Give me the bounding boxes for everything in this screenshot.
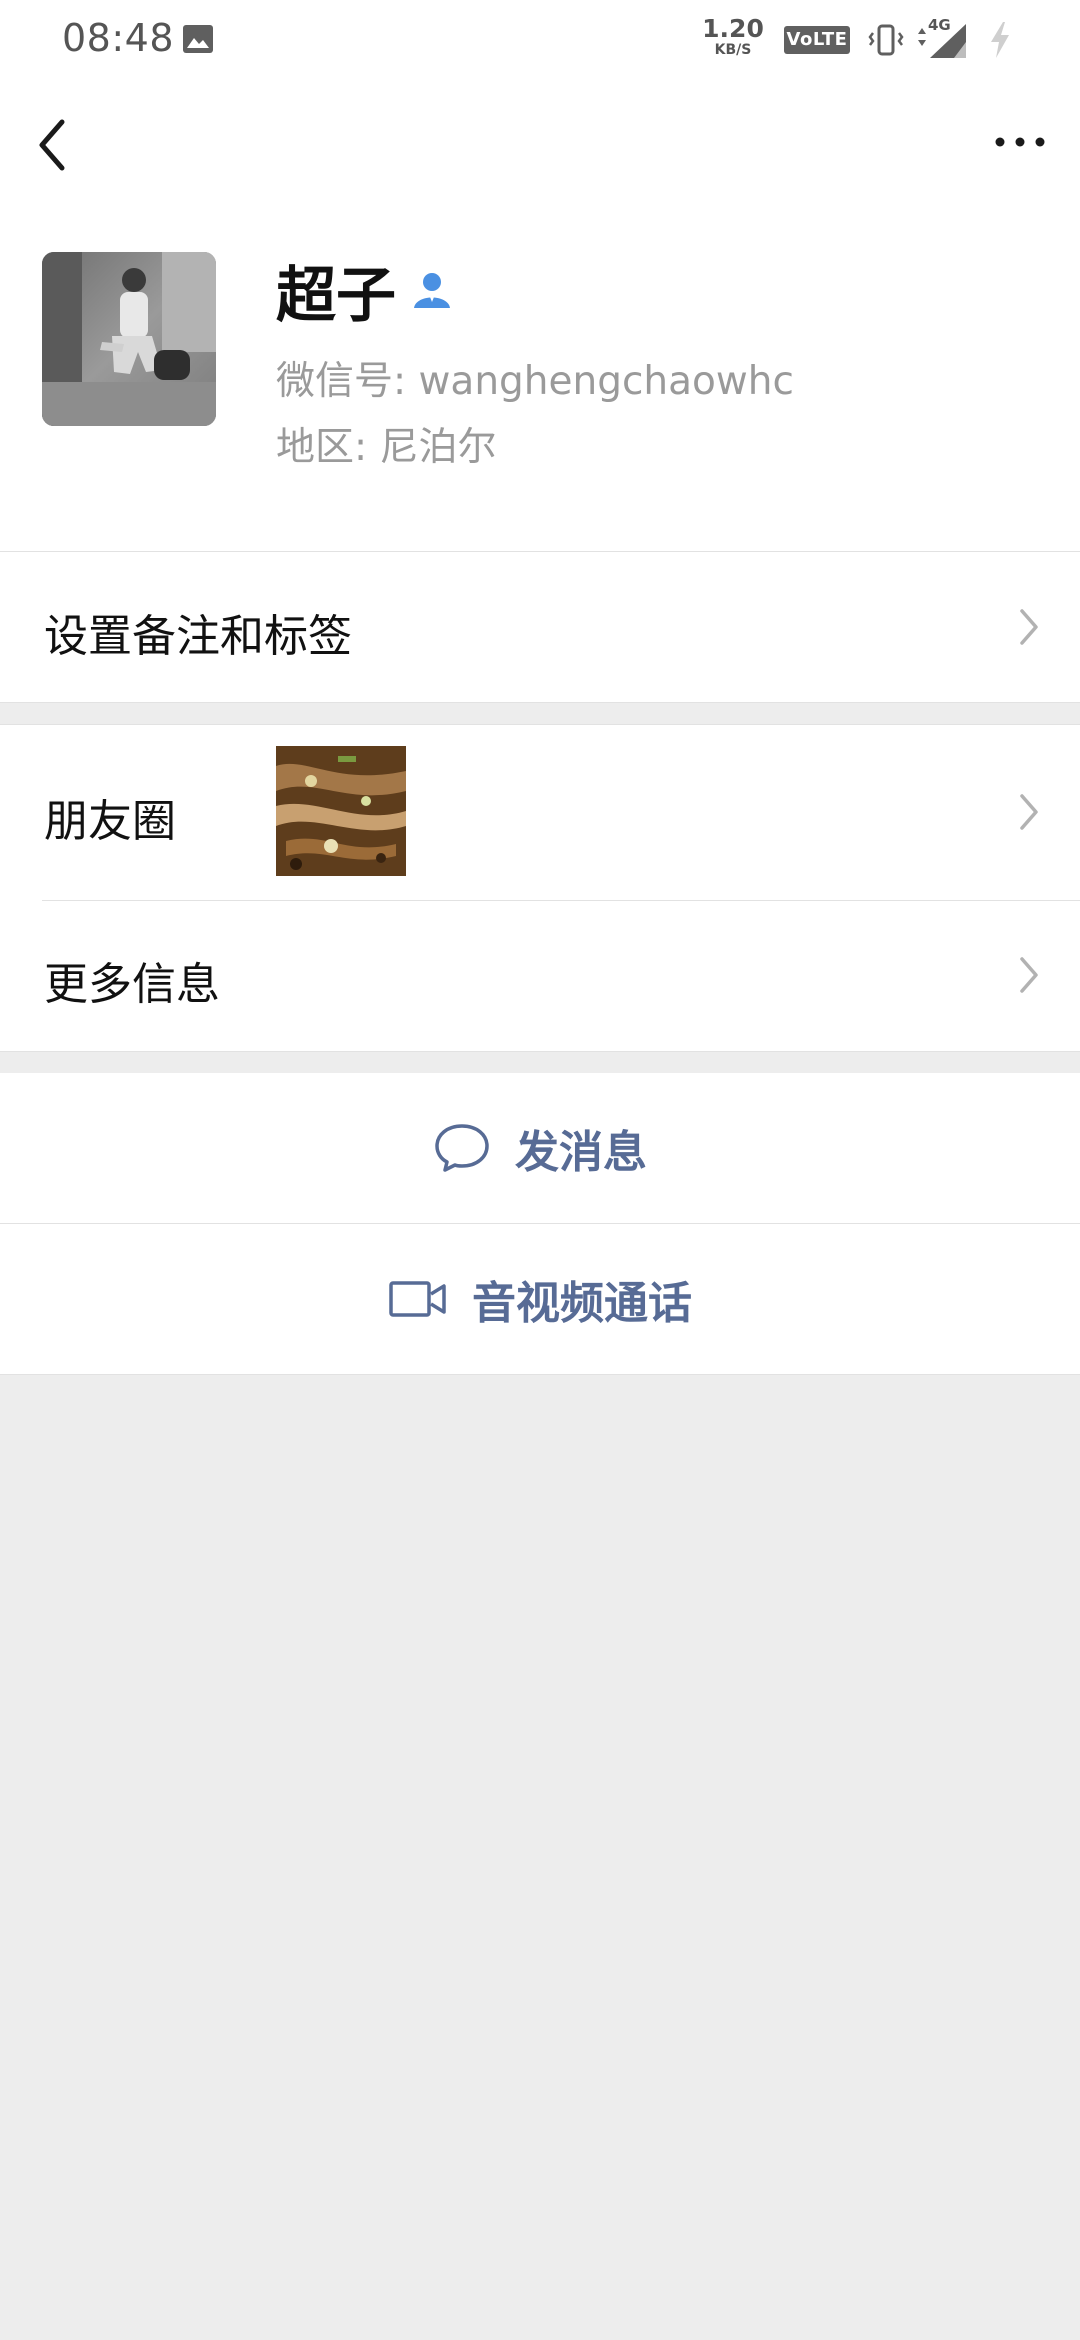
volte-badge: VoLTE bbox=[784, 26, 850, 54]
name-row: 超子 bbox=[276, 250, 454, 331]
status-bar: 08:48 1.20 KB/S VoLTE 4G bbox=[0, 0, 1080, 78]
moments-thumbnail bbox=[276, 746, 406, 876]
remark-tags-row[interactable]: 设置备注和标签 bbox=[0, 552, 1080, 702]
wechat-id: 微信号: wanghengchaowhc bbox=[276, 359, 794, 404]
ellipsis-icon[interactable] bbox=[990, 122, 1050, 162]
chevron-right-icon bbox=[1020, 609, 1038, 645]
more-info-label: 更多信息 bbox=[44, 959, 220, 1010]
chat-bubble-icon bbox=[435, 1124, 489, 1172]
send-message-content: 发消息 bbox=[0, 1073, 1080, 1223]
video-camera-icon bbox=[389, 1281, 446, 1317]
chevron-left-icon[interactable] bbox=[30, 116, 76, 174]
send-message-button[interactable]: 发消息 bbox=[0, 1073, 1080, 1223]
video-call-content: 音视频通话 bbox=[0, 1224, 1080, 1374]
nav-bar bbox=[0, 78, 1080, 212]
vibrate-icon bbox=[868, 24, 904, 56]
video-call-button[interactable]: 音视频通话 bbox=[0, 1224, 1080, 1374]
more-info-row[interactable]: 更多信息 bbox=[0, 900, 1080, 1051]
remark-tags-label: 设置备注和标签 bbox=[44, 611, 352, 662]
moments-photo bbox=[276, 746, 406, 876]
divider bbox=[42, 900, 1080, 901]
avatar-photo bbox=[42, 252, 216, 426]
chevron-right-icon bbox=[1020, 794, 1038, 830]
contact-person-icon bbox=[414, 273, 450, 308]
contact-profile-page: 08:48 1.20 KB/S VoLTE 4G 超子 微信号: wanghen… bbox=[0, 0, 1080, 2340]
profile-name: 超子 bbox=[276, 260, 396, 331]
net-speed: 1.20 KB/S bbox=[702, 16, 764, 57]
net-speed-value: 1.20 bbox=[702, 14, 764, 43]
region: 地区: 尼泊尔 bbox=[276, 425, 497, 470]
net-speed-unit: KB/S bbox=[714, 42, 752, 58]
chevron-right-icon bbox=[1020, 957, 1038, 993]
divider bbox=[0, 1051, 1080, 1052]
divider bbox=[0, 1374, 1080, 1375]
signal-icon bbox=[918, 24, 966, 58]
profile-header: 超子 微信号: wanghengchaowhc 地区: 尼泊尔 bbox=[0, 212, 1080, 552]
status-right-cluster: 1.20 KB/S VoLTE 4G bbox=[660, 0, 1080, 78]
divider bbox=[0, 702, 1080, 703]
video-call-label: 音视频通话 bbox=[472, 1278, 692, 1329]
moments-row[interactable]: 朋友圈 bbox=[0, 725, 1080, 900]
status-time: 08:48 bbox=[62, 16, 175, 60]
send-message-label: 发消息 bbox=[515, 1127, 647, 1178]
moments-label: 朋友圈 bbox=[44, 796, 176, 847]
image-icon bbox=[183, 25, 213, 53]
avatar[interactable] bbox=[42, 252, 216, 426]
charging-icon bbox=[991, 22, 1009, 58]
